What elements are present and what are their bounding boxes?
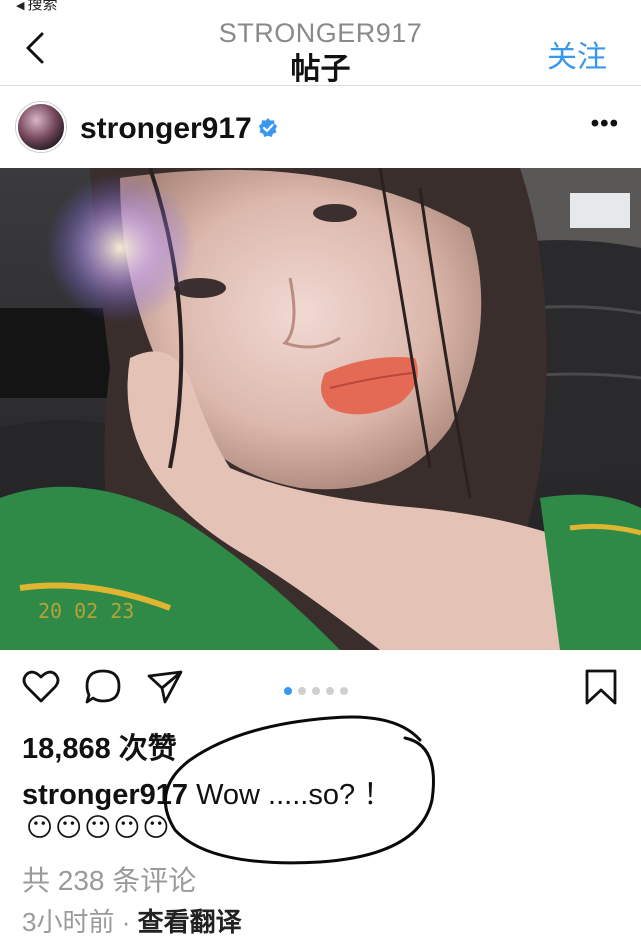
verified-badge-icon xyxy=(258,118,278,137)
post-action-bar xyxy=(0,650,641,724)
post-username[interactable]: stronger917 xyxy=(80,112,252,146)
bookmark-save-icon[interactable] xyxy=(582,668,620,706)
post-photo[interactable]: 20 02 23 xyxy=(0,168,641,650)
post-caption: stronger917 Wow .....so? ！ xyxy=(22,771,392,813)
selfie-image: 20 02 23 xyxy=(0,168,641,650)
share-send-icon[interactable] xyxy=(146,668,184,706)
carousel-dot xyxy=(312,687,320,695)
carousel-indicator xyxy=(284,682,354,695)
more-options-icon[interactable]: ••• xyxy=(591,110,619,138)
follow-button[interactable]: 关注 xyxy=(547,32,607,76)
caption-emojis: 😶😶😶😶😶 xyxy=(26,812,172,842)
see-translation-link[interactable]: 查看翻译 xyxy=(138,907,242,937)
caption-text: Wow .....so? ！ xyxy=(188,779,393,811)
view-comments-link[interactable]: 共 238 条评论 xyxy=(22,859,196,899)
post-time-ago: 3小时前 xyxy=(22,907,115,937)
like-heart-icon[interactable] xyxy=(22,668,60,706)
carousel-dot xyxy=(326,687,334,695)
navigation-bar: STRONGER917 帖子 关注 xyxy=(0,0,641,86)
post-timestamp-row: 3小时前 · 查看翻译 xyxy=(22,902,242,939)
like-count[interactable]: 18,868 次赞 xyxy=(22,725,177,767)
carousel-dot xyxy=(284,687,292,695)
comment-bubble-icon[interactable] xyxy=(84,668,122,706)
page-title: 帖子 xyxy=(290,53,351,86)
carousel-dot xyxy=(298,687,306,695)
photo-date-stamp: 20 02 23 xyxy=(38,599,134,623)
meta-separator: · xyxy=(114,907,138,937)
carousel-dot xyxy=(340,687,348,695)
post-header: stronger917 ••• xyxy=(0,86,641,168)
caption-username[interactable]: stronger917 xyxy=(22,779,188,811)
avatar[interactable] xyxy=(16,102,66,152)
